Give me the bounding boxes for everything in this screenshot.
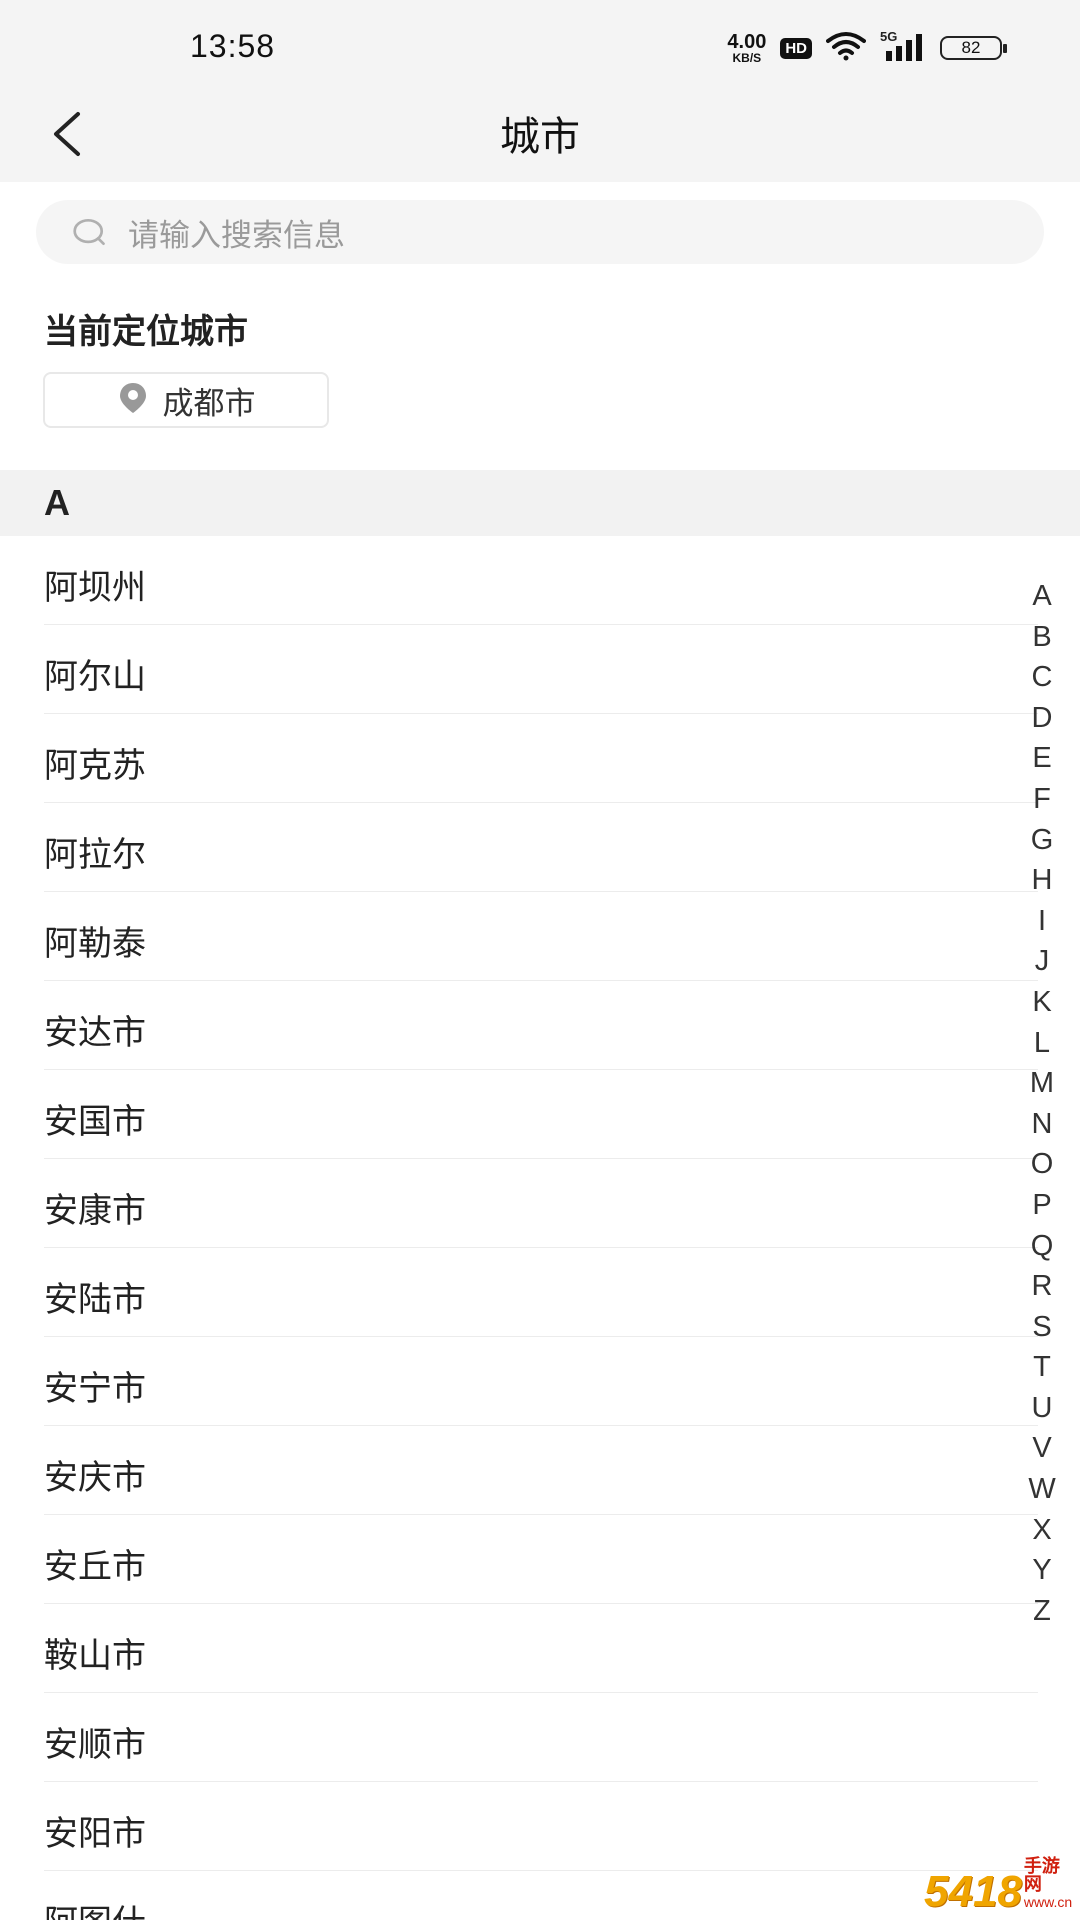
city-name: 阿坝州: [44, 568, 146, 608]
index-letter-w[interactable]: W: [1028, 1469, 1055, 1510]
index-letter-n[interactable]: N: [1032, 1104, 1053, 1145]
network-speed-value: 4.00: [727, 31, 767, 53]
index-letter-e[interactable]: E: [1032, 738, 1051, 779]
watermark-logo-mark: 5418: [924, 1867, 1022, 1916]
index-letter-j[interactable]: J: [1035, 941, 1050, 982]
list-item[interactable]: 阿拉尔: [44, 803, 1038, 892]
status-indicators: 4.00 KB/S HD 5G 82: [727, 28, 1007, 68]
list-item[interactable]: 安丘市: [44, 1515, 1038, 1604]
city-name: 阿图什: [44, 1895, 146, 1920]
city-name: 阿克苏: [44, 746, 146, 786]
list-item[interactable]: 阿勒泰: [44, 892, 1038, 981]
city-name: 阿勒泰: [44, 924, 146, 964]
current-city-label: 成都市: [162, 385, 256, 422]
city-name: 阿拉尔: [44, 835, 146, 875]
city-name: 安宁市: [44, 1369, 146, 1409]
index-letter-l[interactable]: L: [1034, 1023, 1050, 1064]
index-letter-t[interactable]: T: [1033, 1347, 1051, 1388]
watermark-text-cn: 手游网: [1023, 1855, 1060, 1896]
index-letter-u[interactable]: U: [1032, 1388, 1053, 1429]
status-bar: 13:58 4.00 KB/S HD 5G 82: [0, 0, 1080, 92]
city-name: 鞍山市: [44, 1636, 146, 1676]
index-letter-b[interactable]: B: [1032, 617, 1051, 658]
index-letter-f[interactable]: F: [1033, 779, 1051, 820]
city-name: 安国市: [44, 1102, 146, 1142]
index-letter-a[interactable]: A: [1032, 576, 1051, 617]
index-letter-x[interactable]: X: [1032, 1510, 1051, 1551]
watermark-text: 手游网 www.cn: [1023, 1855, 1074, 1911]
list-item[interactable]: 安庆市: [44, 1426, 1038, 1515]
list-item[interactable]: 安顺市: [44, 1693, 1038, 1782]
city-name: 安达市: [44, 1013, 146, 1053]
wifi-icon: [826, 31, 866, 65]
search-input[interactable]: 请输入搜索信息: [128, 210, 345, 255]
city-name: 阿尔山: [44, 657, 146, 697]
search-bar[interactable]: 请输入搜索信息: [36, 200, 1044, 264]
page-title: 城市: [500, 114, 580, 160]
city-name: 安顺市: [44, 1725, 146, 1765]
current-location-title: 当前定位城市: [44, 312, 248, 352]
hd-badge: HD: [780, 37, 812, 59]
list-item[interactable]: 鞍山市: [44, 1604, 1038, 1693]
alphabet-index-bar[interactable]: A B C D E F G H I J K L M N O P Q R S T …: [1022, 576, 1062, 1631]
index-letter-z[interactable]: Z: [1033, 1591, 1051, 1632]
current-city-button[interactable]: 成都市: [43, 372, 329, 428]
section-header-a: A: [0, 470, 1080, 536]
battery-level: 82: [961, 38, 981, 57]
index-letter-g[interactable]: G: [1031, 820, 1054, 861]
network-speed-unit: KB/S: [732, 51, 762, 65]
list-item[interactable]: 安阳市: [44, 1782, 1038, 1871]
city-list: 阿坝州 阿尔山 阿克苏 阿拉尔 阿勒泰 安达市 安国市 安康市 安陆市 安宁市 …: [0, 536, 1080, 1920]
city-picker-screen: 13:58 4.00 KB/S HD 5G 82 城市 请输入搜索信息 当前定位…: [0, 0, 1080, 1920]
index-letter-k[interactable]: K: [1032, 982, 1051, 1023]
location-pin-icon: [117, 381, 149, 419]
list-item[interactable]: 阿克苏: [44, 714, 1038, 803]
list-item[interactable]: 阿坝州: [44, 536, 1038, 625]
search-icon: [72, 214, 108, 250]
index-letter-o[interactable]: O: [1031, 1144, 1054, 1185]
city-name: 安阳市: [44, 1814, 146, 1854]
section-letter: A: [44, 482, 70, 523]
index-letter-d[interactable]: D: [1032, 698, 1053, 739]
city-name: 安康市: [44, 1191, 146, 1231]
index-letter-q[interactable]: Q: [1031, 1226, 1054, 1267]
list-item[interactable]: 阿尔山: [44, 625, 1038, 714]
index-letter-y[interactable]: Y: [1032, 1550, 1051, 1591]
cell-signal-icon: 5G: [880, 29, 926, 63]
list-item[interactable]: 安国市: [44, 1070, 1038, 1159]
list-item[interactable]: 安陆市: [44, 1248, 1038, 1337]
city-name: 安陆市: [44, 1280, 146, 1320]
index-letter-i[interactable]: I: [1038, 901, 1046, 942]
list-item[interactable]: 安达市: [44, 981, 1038, 1070]
index-letter-c[interactable]: C: [1032, 657, 1053, 698]
city-name: 安丘市: [44, 1547, 146, 1587]
nav-header: 城市: [0, 92, 1080, 182]
list-item[interactable]: 阿图什: [44, 1871, 1038, 1920]
network-speed: 4.00 KB/S: [727, 32, 766, 64]
city-name: 安庆市: [44, 1458, 146, 1498]
watermark-text-domain: www.cn: [1023, 1894, 1073, 1911]
list-item[interactable]: 安康市: [44, 1159, 1038, 1248]
index-letter-m[interactable]: M: [1030, 1063, 1054, 1104]
index-letter-r[interactable]: R: [1032, 1266, 1053, 1307]
watermark-logo: 5418 手游网 www.cn: [924, 1855, 1074, 1916]
index-letter-p[interactable]: P: [1032, 1185, 1051, 1226]
index-letter-s[interactable]: S: [1032, 1307, 1051, 1348]
list-item[interactable]: 安宁市: [44, 1337, 1038, 1426]
index-letter-h[interactable]: H: [1032, 860, 1053, 901]
index-letter-v[interactable]: V: [1032, 1428, 1051, 1469]
battery-icon: 82: [940, 36, 1007, 60]
status-time: 13:58: [190, 28, 276, 64]
